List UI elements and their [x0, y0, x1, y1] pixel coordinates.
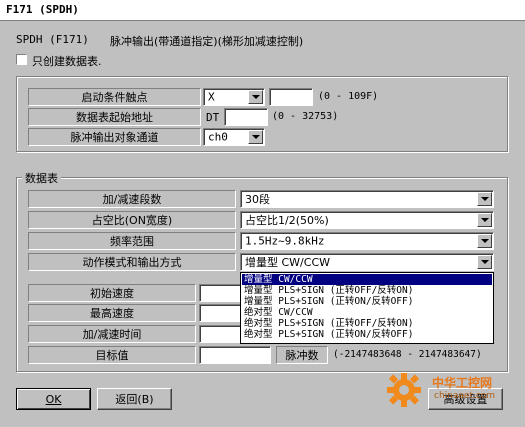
target-value-label-cell: 目标值 — [28, 346, 196, 364]
create-table-only-label: 只创建数据表. — [32, 55, 102, 68]
start-contact-select[interactable]: X — [203, 88, 265, 106]
dropdown-option[interactable]: 增量型 PLS+SIGN (正转ON/反转OFF) — [242, 296, 492, 307]
dropdown-option[interactable]: 绝对型 PLS+SIGN (正转OFF/反转ON) — [242, 318, 492, 329]
start-contact-input[interactable] — [269, 88, 313, 106]
ok-button[interactable]: OK — [16, 388, 91, 410]
dt-prefix: DT — [206, 111, 220, 124]
dropdown-option[interactable]: 增量型 CW/CCW — [242, 274, 492, 285]
chevron-down-icon[interactable] — [477, 213, 492, 227]
duty-cycle-select[interactable]: 占空比1/2(50%) — [240, 211, 494, 229]
operation-mode-label-cell: 动作模式和输出方式 — [28, 253, 236, 271]
operation-mode-dropdown[interactable]: 增量型 CW/CCW 增量型 PLS+SIGN (正转OFF/反转ON) 增量型… — [240, 272, 494, 344]
start-contact-label-cell: 启动条件触点 — [28, 88, 201, 106]
watermark-subtext: chinaaet.com — [434, 391, 496, 401]
create-table-only-checkbox[interactable] — [16, 54, 27, 65]
initial-speed-label-cell: 初始速度 — [28, 284, 196, 302]
table-start-address-label-cell: 数据表起始地址 — [28, 108, 201, 126]
target-unit-cell: 脉冲数 — [276, 346, 328, 364]
back-button[interactable]: 返回(B) — [97, 388, 172, 410]
duty-cycle-label-cell: 占空比(ON宽度) — [28, 211, 236, 229]
output-channel-select[interactable]: ch0 — [203, 128, 265, 146]
chevron-down-icon[interactable] — [248, 90, 263, 104]
title-bar: F171 (SPDH) — [0, 0, 525, 21]
chevron-down-icon[interactable] — [477, 192, 492, 206]
table-start-address-input[interactable] — [224, 108, 268, 126]
chevron-down-icon[interactable] — [477, 255, 492, 269]
table-start-address-range: (0 - 32753) — [272, 111, 339, 122]
instruction-description: 脉冲输出(带通道指定)(梯形加减速控制) — [110, 35, 304, 48]
watermark-text: 中华工控网 — [432, 376, 493, 390]
target-value-input[interactable] — [199, 346, 271, 364]
accel-steps-select[interactable]: 30段 — [240, 190, 494, 208]
operation-mode-select[interactable]: 增量型 CW/CCW — [240, 253, 494, 271]
target-value-range: (-2147483648 - 2147483647) — [333, 349, 482, 360]
max-speed-label-cell: 最高速度 — [28, 304, 196, 322]
window-title: F171 (SPDH) — [6, 3, 79, 16]
start-contact-range: (0 - 109F) — [318, 91, 379, 102]
output-channel-label-cell: 脉冲输出对象通道 — [28, 128, 201, 146]
chevron-down-icon[interactable] — [248, 130, 263, 144]
gear-logo-icon — [384, 370, 424, 410]
data-table-title: 数据表 — [22, 170, 61, 186]
frequency-range-label-cell: 频率范围 — [28, 232, 236, 250]
frequency-range-select[interactable]: 1.5Hz~9.8kHz — [240, 232, 494, 250]
dropdown-option[interactable]: 绝对型 PLS+SIGN (正转ON/反转OFF) — [242, 329, 492, 340]
instruction-code: SPDH (F171) — [16, 33, 89, 46]
accel-time-label-cell: 加/减速时间 — [28, 325, 196, 343]
dropdown-option[interactable]: 增量型 PLS+SIGN (正转OFF/反转ON) — [242, 285, 492, 296]
chevron-down-icon[interactable] — [477, 234, 492, 248]
accel-steps-label-cell: 加/减速段数 — [28, 190, 236, 208]
dropdown-option[interactable]: 绝对型 CW/CCW — [242, 307, 492, 318]
